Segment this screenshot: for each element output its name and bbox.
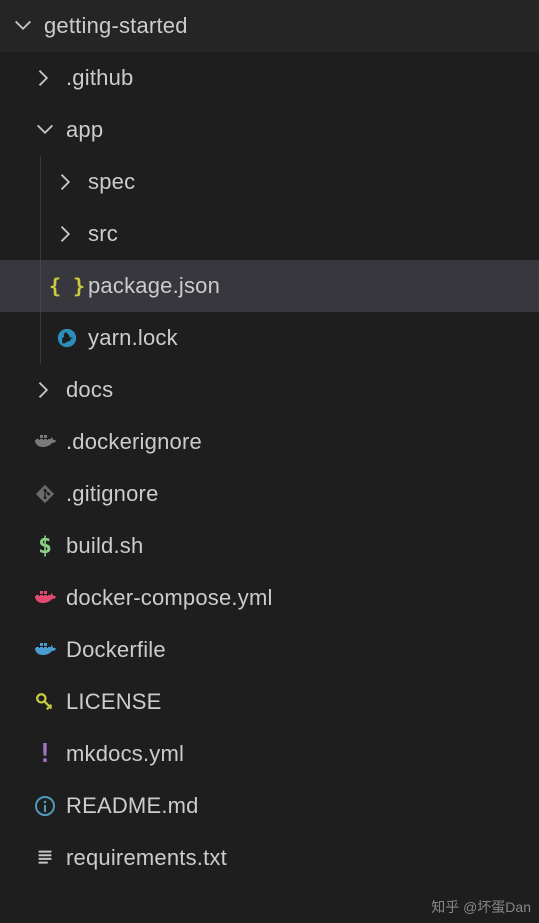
folder-row-docs[interactable]: docs bbox=[0, 364, 539, 416]
file-label: Dockerfile bbox=[60, 637, 166, 663]
folder-label: app bbox=[60, 117, 103, 143]
file-label: .gitignore bbox=[60, 481, 159, 507]
file-row-mkdocs[interactable]: !mkdocs.yml bbox=[0, 728, 539, 780]
shell-icon: $ bbox=[30, 533, 60, 559]
file-row-compose[interactable]: docker-compose.yml bbox=[0, 572, 539, 624]
watermark: 知乎 @坏蛋Dan bbox=[431, 897, 531, 917]
file-row-reqs[interactable]: requirements.txt bbox=[0, 832, 539, 884]
file-label: docker-compose.yml bbox=[60, 585, 273, 611]
file-row-readme[interactable]: README.md bbox=[0, 780, 539, 832]
file-row-dignore[interactable]: .dockerignore bbox=[0, 416, 539, 468]
root-folder-row[interactable]: getting-started bbox=[0, 0, 539, 52]
file-label: yarn.lock bbox=[82, 325, 178, 351]
file-row-pkgjson[interactable]: { }package.json bbox=[0, 260, 539, 312]
git-icon bbox=[30, 483, 60, 505]
chevron-right-icon bbox=[52, 171, 82, 193]
file-row-gignore[interactable]: .gitignore bbox=[0, 468, 539, 520]
folder-label: docs bbox=[60, 377, 113, 403]
file-row-dfile[interactable]: Dockerfile bbox=[0, 624, 539, 676]
file-label: build.sh bbox=[60, 533, 143, 559]
file-explorer-tree: getting-started .github app spec src { }pack… bbox=[0, 0, 539, 884]
folder-label: .github bbox=[60, 65, 133, 91]
chevron-down-icon bbox=[8, 15, 38, 37]
chevron-down-icon bbox=[30, 119, 60, 141]
file-label: package.json bbox=[82, 273, 220, 299]
chevron-right-icon bbox=[30, 67, 60, 89]
chevron-right-icon bbox=[30, 379, 60, 401]
info-icon bbox=[30, 794, 60, 818]
docker-icon bbox=[30, 586, 60, 610]
folder-label: spec bbox=[82, 169, 135, 195]
file-label: README.md bbox=[60, 793, 199, 819]
folder-row-src[interactable]: src bbox=[0, 208, 539, 260]
folder-row-app[interactable]: app bbox=[0, 104, 539, 156]
file-row-build[interactable]: $build.sh bbox=[0, 520, 539, 572]
folder-row-github[interactable]: .github bbox=[0, 52, 539, 104]
text-icon bbox=[30, 847, 60, 869]
docker-icon bbox=[30, 430, 60, 454]
folder-row-spec[interactable]: spec bbox=[0, 156, 539, 208]
file-label: requirements.txt bbox=[60, 845, 227, 871]
yaml-icon: ! bbox=[30, 739, 60, 769]
yarn-icon bbox=[52, 327, 82, 349]
json-icon: { } bbox=[52, 274, 82, 298]
chevron-right-icon bbox=[52, 223, 82, 245]
docker-icon bbox=[30, 638, 60, 662]
file-label: LICENSE bbox=[60, 689, 162, 715]
file-label: .dockerignore bbox=[60, 429, 202, 455]
root-folder-label: getting-started bbox=[38, 13, 188, 39]
file-row-yarnlock[interactable]: yarn.lock bbox=[0, 312, 539, 364]
folder-label: src bbox=[82, 221, 118, 247]
file-row-license[interactable]: LICENSE bbox=[0, 676, 539, 728]
key-icon bbox=[30, 691, 60, 713]
file-label: mkdocs.yml bbox=[60, 741, 184, 767]
